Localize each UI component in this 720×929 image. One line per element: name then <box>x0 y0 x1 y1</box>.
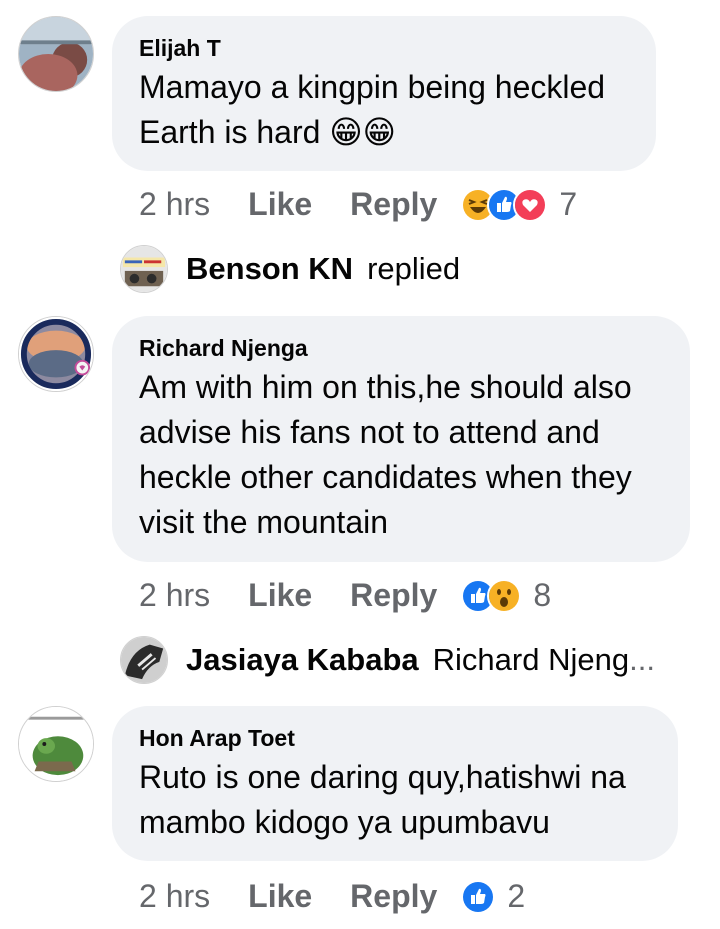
avatar[interactable] <box>18 706 94 782</box>
avatar-photo-icon <box>19 707 93 781</box>
comment-bubble[interactable]: Elijah T Mamayo a kingpin being heckled … <box>112 16 656 171</box>
avatar-photo-icon <box>19 317 93 391</box>
like-button[interactable]: Like <box>248 186 312 223</box>
avatar-photo-icon <box>19 17 93 91</box>
timestamp[interactable]: 2 hrs <box>139 186 210 223</box>
timestamp[interactable]: 2 hrs <box>139 878 210 915</box>
replier-avatar <box>120 245 168 293</box>
reaction-count: 7 <box>559 186 578 222</box>
comment-bubble[interactable]: Richard Njenga Am with him on this,he sh… <box>112 316 690 562</box>
replier-avatar <box>120 636 168 684</box>
reply-button[interactable]: Reply <box>350 878 437 915</box>
reaction-count: 2 <box>507 878 526 914</box>
like-button[interactable]: Like <box>248 577 312 614</box>
replies-note: Richard Njeng <box>432 642 630 677</box>
replier-avatar-icon <box>121 246 167 292</box>
comment-author[interactable]: Hon Arap Toet <box>139 724 652 752</box>
comment-text-line: mambo kidogo ya upumbavu <box>139 804 550 840</box>
replier-name[interactable]: Benson KN <box>186 251 353 287</box>
comment-text-line: Am with him on this,he should also <box>139 369 632 405</box>
like-button[interactable]: Like <box>248 878 312 915</box>
comment-actions: 2 hrs Like Reply 8 <box>139 577 551 614</box>
reactions-summary[interactable] <box>461 879 496 914</box>
love-icon <box>513 187 548 222</box>
comment-bubble[interactable]: Hon Arap Toet Ruto is one daring quy,hat… <box>112 706 678 861</box>
like-icon <box>461 879 496 914</box>
view-replies-link[interactable]: Jasiaya Kababa Richard Njeng... <box>120 636 655 684</box>
comment-author[interactable]: Elijah T <box>139 34 630 62</box>
comment-text-line: Earth is hard 😁😁 <box>139 114 397 150</box>
comment-actions: 2 hrs Like Reply 2 <box>139 878 525 915</box>
comment-author[interactable]: Richard Njenga <box>139 334 664 362</box>
truncation-ellipsis: ... <box>629 642 655 677</box>
comment-text-line: heckle other candidates when they <box>139 459 632 495</box>
comment-text-line: Ruto is one daring quy,hatishwi na <box>139 759 626 795</box>
reply-button[interactable]: Reply <box>350 577 437 614</box>
timestamp[interactable]: 2 hrs <box>139 577 210 614</box>
reaction-count: 8 <box>533 577 552 613</box>
avatar[interactable] <box>18 16 94 92</box>
comment-text-line: visit the mountain <box>139 504 389 540</box>
reactions-summary[interactable] <box>461 578 522 613</box>
wow-icon <box>487 578 522 613</box>
replier-name[interactable]: Jasiaya Kababa <box>186 642 419 678</box>
comment-text-line: Mamayo a kingpin being heckled <box>139 69 606 105</box>
comment-actions: 2 hrs Like Reply 7 <box>139 186 577 223</box>
comment-text-line: advise his fans not to attend and <box>139 414 600 450</box>
avatar[interactable] <box>18 316 94 392</box>
reactions-summary[interactable] <box>461 187 548 222</box>
view-replies-link[interactable]: Benson KN replied <box>120 245 460 293</box>
replies-note: replied <box>367 251 461 286</box>
reply-button[interactable]: Reply <box>350 186 437 223</box>
replier-avatar-icon <box>121 637 167 683</box>
